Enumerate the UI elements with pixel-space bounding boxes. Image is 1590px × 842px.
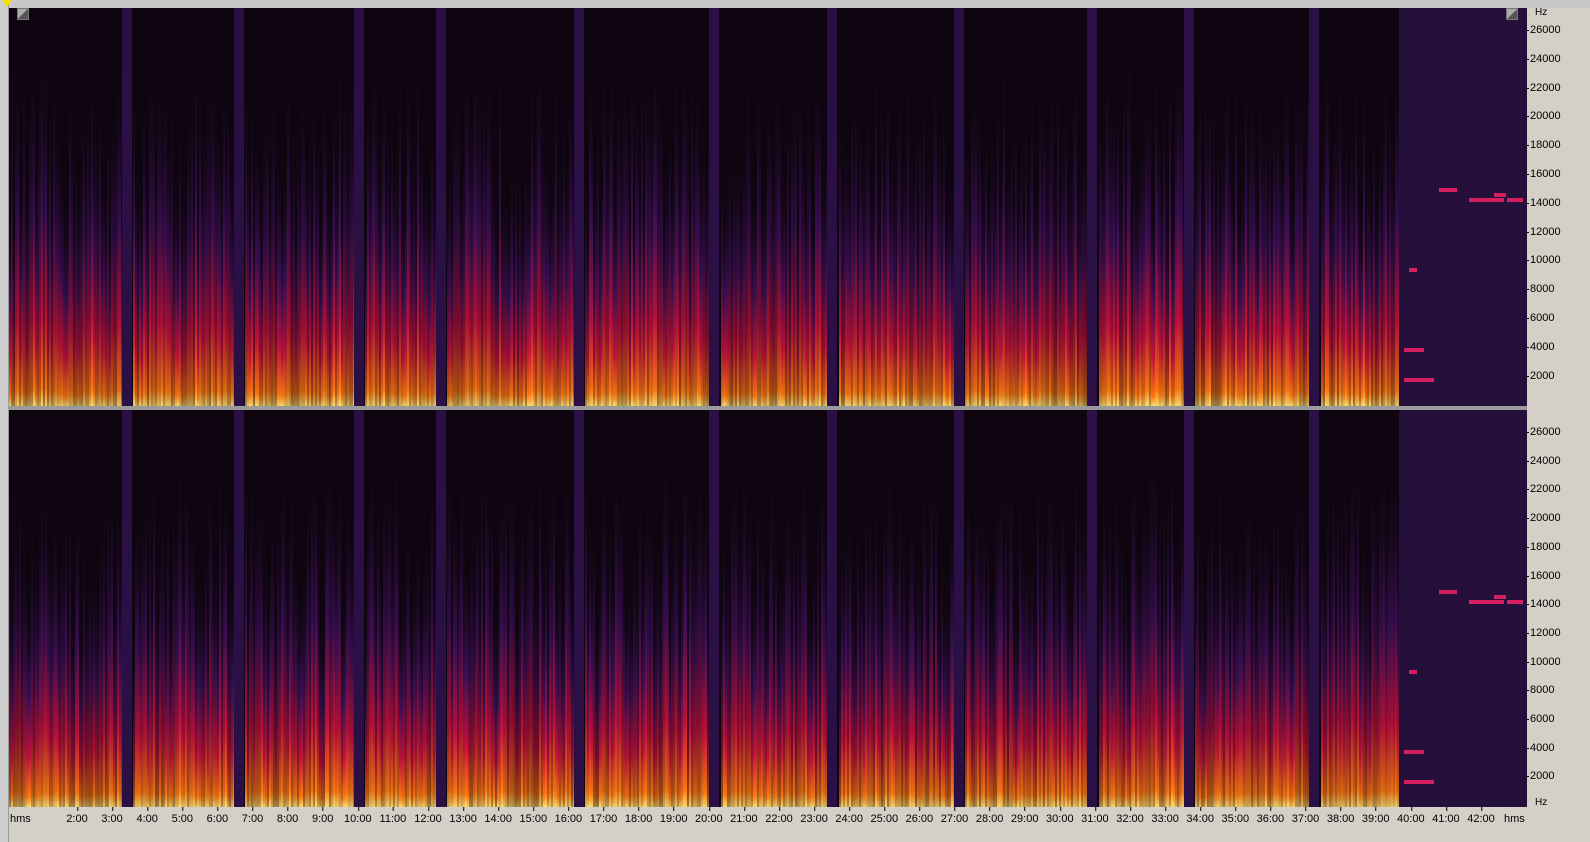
time-tick-label: 10:00 <box>344 807 372 825</box>
frequency-axis-lower: 26000 24000 22000 20000 18000 16000 14000 12000… <box>1525 410 1590 807</box>
spectrogram-upper-channel[interactable] <box>9 8 1527 406</box>
frequency-tick-label: 8000 <box>1525 283 1555 296</box>
spectrogram-image <box>9 8 1527 406</box>
time-tick-label: 35:00 <box>1221 807 1250 825</box>
time-tick-label: 31:00 <box>1081 807 1109 825</box>
time-tick-label: 38:00 <box>1326 807 1355 825</box>
time-tick-label: 40:00 <box>1397 807 1425 825</box>
frequency-tick-label: 16000 <box>1526 569 1561 582</box>
frequency-tick-label: 4000 <box>1525 741 1555 754</box>
time-tick-label: 37:00 <box>1291 807 1320 825</box>
spectrogram-image <box>9 410 1527 807</box>
frequency-tick-label: 26000 <box>1526 24 1561 36</box>
time-tick-label: 4:00 <box>136 807 158 825</box>
frequency-tick-label: 6000 <box>1525 312 1555 324</box>
frequency-tick-label: 24000 <box>1526 52 1561 65</box>
time-tick-label: 42:00 <box>1467 807 1495 825</box>
time-axis: hms hms 2:00 3:00 4:00 5:00 6:00 7:00 8:00 9:00… <box>9 807 1527 842</box>
time-tick-label: 29:00 <box>1010 807 1039 825</box>
frequency-tick-label: 20000 <box>1526 512 1561 525</box>
time-unit-label-right: hms <box>1504 813 1525 825</box>
time-tick-label: 34:00 <box>1186 807 1214 825</box>
time-unit-label-left: hms <box>10 813 31 825</box>
zoom-corner-icon[interactable] <box>17 8 29 20</box>
time-tick-label: 28:00 <box>975 807 1004 825</box>
frequency-tick-label: 10000 <box>1526 655 1561 668</box>
time-tick-label: 20:00 <box>695 807 723 825</box>
frequency-tick-label: 4000 <box>1525 340 1555 353</box>
frequency-unit-label-lower: Hz <box>1535 797 1548 808</box>
time-tick-label: 19:00 <box>659 807 688 825</box>
frequency-tick-label: 10000 <box>1526 254 1561 267</box>
time-tick-label: 18:00 <box>624 807 653 825</box>
time-tick-label: 24:00 <box>835 807 863 825</box>
frequency-axis-upper: Hz 26000 24000 22000 20000 18000 16000 14000 12… <box>1525 7 1590 406</box>
time-tick-label: 33:00 <box>1151 807 1179 825</box>
time-tick-label: 26:00 <box>905 807 934 825</box>
frequency-tick-label: 18000 <box>1526 540 1561 553</box>
time-tick-label: 39:00 <box>1361 807 1390 825</box>
time-tick-label: 30:00 <box>1046 807 1074 825</box>
time-tick-label: 16:00 <box>554 807 583 825</box>
frequency-tick-label: 6000 <box>1525 713 1555 725</box>
spectral-view: Hz 26000 24000 22000 20000 18000 16000 14000 12… <box>0 0 1590 842</box>
time-tick-label: 21:00 <box>730 807 758 825</box>
time-tick-label: 9:00 <box>311 807 334 825</box>
time-tick-label: 2:00 <box>66 807 88 825</box>
frequency-tick-label: 26000 <box>1526 426 1561 438</box>
zoom-corner-icon[interactable] <box>1506 8 1518 20</box>
time-tick-label: 12:00 <box>414 807 442 825</box>
time-tick-label: 17:00 <box>589 807 618 825</box>
spectrogram-lower-channel[interactable] <box>9 410 1527 807</box>
playhead-marker-icon[interactable] <box>2 0 12 7</box>
frequency-tick-label: 2000 <box>1525 770 1555 783</box>
frequency-tick-label: 20000 <box>1526 110 1561 123</box>
time-tick-label: 27:00 <box>940 807 969 825</box>
frequency-tick-label: 12000 <box>1526 626 1561 639</box>
time-tick-label: 41:00 <box>1432 807 1460 825</box>
time-tick-label: 3:00 <box>101 807 123 825</box>
time-tick-label: 15:00 <box>519 807 548 825</box>
time-tick-label: 36:00 <box>1256 807 1285 825</box>
frequency-tick-label: 12000 <box>1526 225 1561 238</box>
time-tick-label: 23:00 <box>800 807 828 825</box>
time-tick-label: 5:00 <box>171 807 194 825</box>
time-tick-label: 7:00 <box>241 807 264 825</box>
time-tick-label: 11:00 <box>379 807 407 825</box>
frequency-tick-label: 2000 <box>1525 369 1555 382</box>
frequency-tick-label: 14000 <box>1526 598 1561 611</box>
time-tick-label: 14:00 <box>484 807 512 825</box>
frequency-tick-label: 16000 <box>1526 168 1561 180</box>
time-tick-label: 8:00 <box>276 807 299 825</box>
frequency-tick-label: 18000 <box>1526 139 1561 152</box>
frequency-unit-label: Hz <box>1535 7 1548 18</box>
time-tick-label: 13:00 <box>449 807 477 825</box>
time-tick-label: 6:00 <box>206 807 229 825</box>
frequency-tick-label: 24000 <box>1526 454 1561 467</box>
time-tick-label: 22:00 <box>765 807 793 825</box>
frequency-tick-label: 8000 <box>1525 684 1555 697</box>
left-edge-bar <box>0 0 9 842</box>
frequency-tick-label: 14000 <box>1526 196 1561 209</box>
time-tick-label: 25:00 <box>870 807 899 825</box>
frequency-tick-label: 22000 <box>1526 81 1561 94</box>
time-tick-label: 32:00 <box>1116 807 1144 825</box>
frequency-tick-label: 22000 <box>1526 483 1561 496</box>
